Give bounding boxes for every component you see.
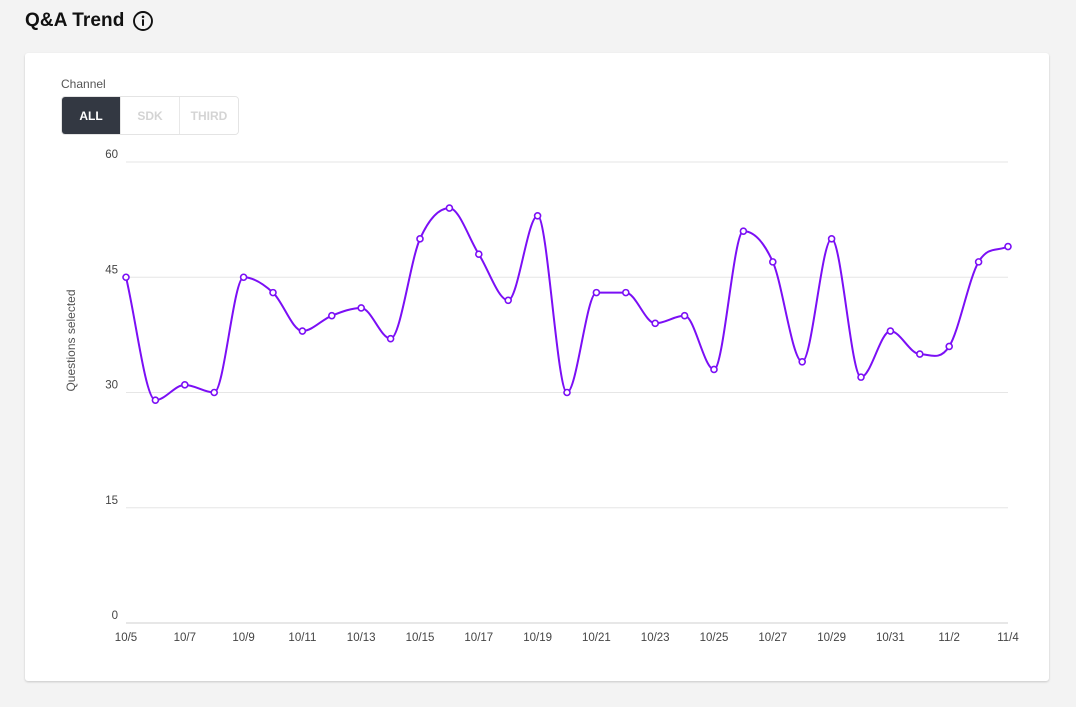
x-tick-label: 10/17 — [464, 632, 493, 644]
x-tick-label: 11/4 — [997, 632, 1019, 644]
data-point[interactable] — [357, 304, 366, 312]
data-point[interactable] — [416, 235, 424, 243]
data-point[interactable] — [798, 357, 807, 366]
data-point[interactable] — [1004, 242, 1012, 251]
data-point[interactable] — [974, 258, 983, 266]
data-point[interactable] — [533, 211, 542, 220]
data-point[interactable] — [857, 373, 865, 381]
x-tick-label: 10/31 — [876, 632, 905, 644]
data-point[interactable] — [327, 311, 336, 320]
x-tick-label: 10/5 — [115, 632, 137, 644]
data-point[interactable] — [445, 204, 454, 212]
data-point[interactable] — [181, 381, 189, 389]
data-point[interactable] — [651, 319, 660, 328]
data-point[interactable] — [592, 288, 601, 297]
y-tick-label: 15 — [105, 495, 118, 507]
data-point[interactable] — [269, 288, 277, 297]
data-point[interactable] — [298, 327, 307, 335]
x-tick-label: 10/15 — [406, 632, 435, 644]
data-point[interactable] — [621, 288, 630, 297]
x-tick-label: 10/25 — [700, 632, 729, 644]
x-tick-label: 10/11 — [288, 632, 316, 644]
data-point[interactable] — [239, 273, 248, 282]
data-point[interactable] — [474, 250, 483, 258]
x-tick-label: 10/19 — [523, 632, 552, 644]
line-chart: 0 15 30 45 60 10/5 10/7 10/9 10/11 10/13 10/15 10/1… — [64, 149, 1019, 644]
data-point[interactable] — [945, 342, 954, 351]
x-tick-label: 10/21 — [582, 632, 611, 644]
y-tick-label: 60 — [105, 149, 118, 161]
y-tick-label: 30 — [105, 380, 118, 392]
x-tick-label: 10/27 — [758, 632, 787, 644]
y-tick-label: 0 — [112, 610, 118, 622]
x-tick-label: 10/7 — [174, 632, 196, 644]
data-point[interactable] — [768, 258, 777, 266]
x-tick-label: 10/23 — [641, 632, 670, 644]
data-point[interactable] — [710, 365, 718, 374]
chart-card: Channel ALL SDK THIRD 0 15 30 45 60 10/5 10/7 1… — [25, 53, 1049, 681]
data-point[interactable] — [739, 227, 748, 235]
data-point[interactable] — [504, 296, 513, 305]
data-point[interactable] — [886, 327, 895, 335]
x-tick-label: 10/13 — [347, 632, 376, 644]
data-point[interactable] — [122, 273, 130, 282]
page-title: Q&A Trend — [25, 10, 125, 31]
data-point[interactable] — [827, 235, 836, 243]
data-point[interactable] — [386, 334, 395, 343]
x-tick-label: 10/29 — [817, 632, 846, 644]
x-tick-label: 11/2 — [938, 632, 960, 644]
y-axis-label: Questions selected — [64, 289, 78, 391]
data-point[interactable] — [915, 350, 924, 358]
data-point[interactable] — [151, 396, 160, 404]
data-point[interactable] — [680, 311, 689, 320]
info-icon[interactable] — [132, 10, 154, 32]
data-point[interactable] — [210, 388, 218, 397]
x-tick-label: 10/9 — [232, 632, 254, 644]
data-point[interactable] — [563, 388, 571, 397]
series-line — [125, 207, 1009, 402]
y-tick-label: 45 — [105, 264, 118, 276]
header: Q&A Trend — [25, 10, 154, 32]
